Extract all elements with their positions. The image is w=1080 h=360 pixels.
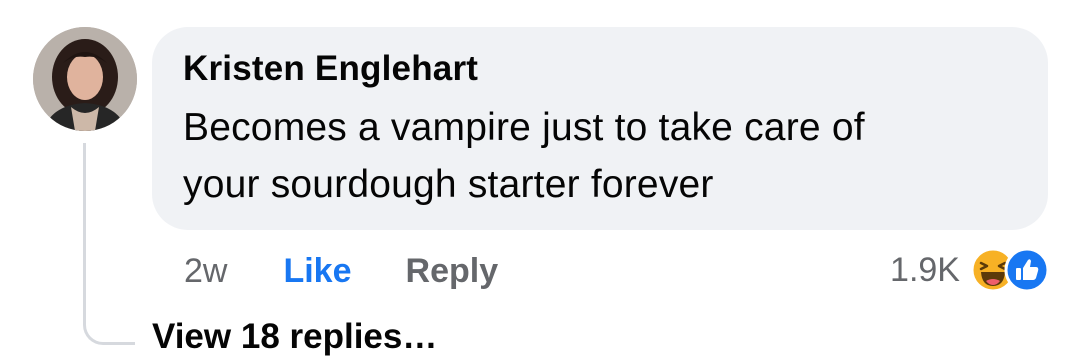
thread-connector-line [83, 143, 135, 345]
view-replies-link[interactable]: View 18 replies… [152, 315, 437, 359]
like-button[interactable]: Like [283, 252, 351, 291]
comment-bubble: Kristen Englehart Becomes a vampire just… [152, 27, 1048, 230]
comment-text: Becomes a vampire just to take care of y… [183, 99, 1018, 213]
profile-photo [33, 27, 137, 131]
reaction-icons [970, 247, 1050, 293]
reaction-count: 1.9K [890, 250, 960, 289]
reply-button[interactable]: Reply [406, 252, 499, 291]
comment-text-line-1: Becomes a vampire just to take care of [183, 106, 865, 149]
comment-timestamp[interactable]: 2w [184, 252, 227, 291]
avatar[interactable] [33, 27, 137, 131]
comment-author[interactable]: Kristen Englehart [183, 47, 1018, 91]
comment-text-line-2: your sourdough starter forever [183, 163, 714, 206]
comment-actions: 2w Like Reply [184, 246, 498, 296]
like-thumb-icon [1004, 247, 1050, 293]
reaction-summary[interactable]: 1.9K [890, 245, 1050, 295]
